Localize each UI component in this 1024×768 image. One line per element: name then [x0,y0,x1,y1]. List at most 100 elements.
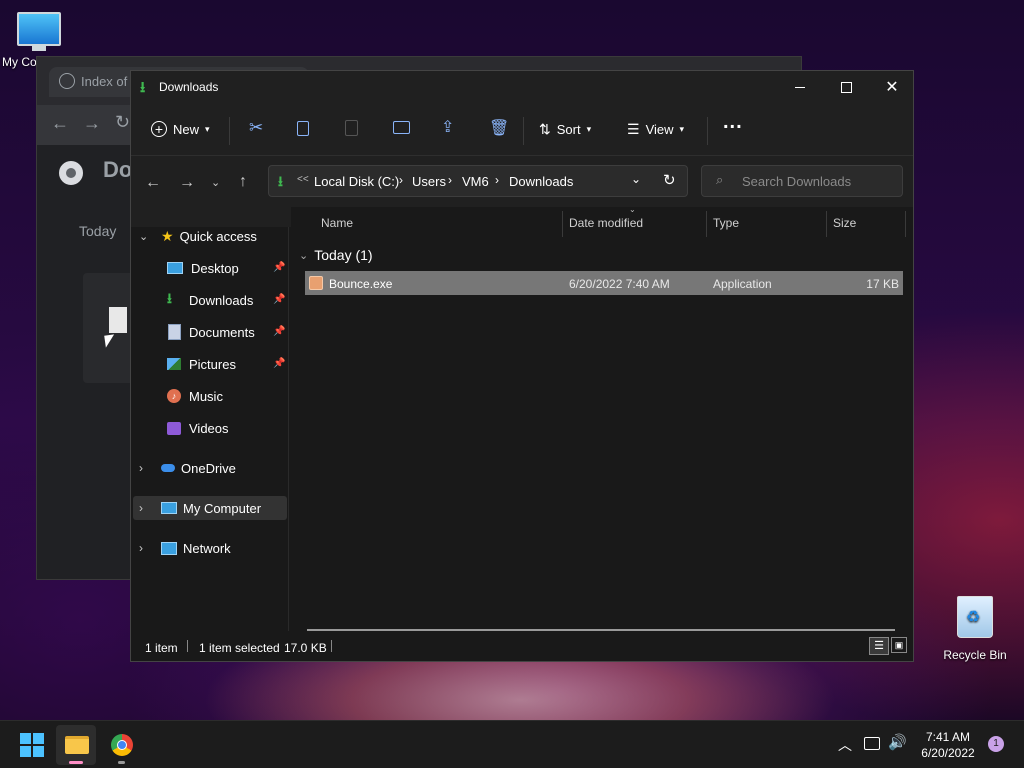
volume-icon[interactable]: 🔊 [888,733,907,751]
close-button[interactable]: ✕ [869,71,915,103]
nav-item-documents[interactable]: Documents [167,320,287,344]
nav-item-videos[interactable]: Videos [167,416,287,440]
share-icon[interactable]: ⇪ [441,117,454,137]
clock[interactable]: 7:41 AM 6/20/2022 [912,729,984,761]
explorer-titlebar[interactable]: ⭳ Downloads ✕ [131,71,913,103]
column-separator[interactable] [706,211,707,237]
column-header-size[interactable]: Size [833,207,903,239]
start-button[interactable] [20,733,44,757]
mouse-cursor-icon [104,334,116,348]
file-size: 17 KB [866,277,899,291]
nav-onedrive-label: OneDrive [181,460,236,476]
toolbar-divider-line [131,155,913,156]
notification-badge[interactable]: 1 [988,736,1004,752]
file-explorer-window[interactable]: ⭳ Downloads ✕ + New ▾ ✂ ⇪ 🗑 ⇅ Sort ▾ ☰ V… [130,70,914,662]
nav-item-pictures[interactable]: Pictures [167,352,287,376]
nav-item-downloads[interactable]: ⭳ Downloads [167,288,287,312]
rename-icon[interactable] [393,121,410,134]
group-header-label: Today (1) [314,247,373,263]
pin-icon: 📌 [273,294,286,305]
column-separator[interactable] [562,211,563,237]
sort-button[interactable]: ⇅ Sort ▾ [539,119,591,139]
cut-icon[interactable]: ✂ [249,118,263,138]
navigation-pane: ⌄ ★ Quick access Desktop 📌 ⭳ Downloads 📌… [131,227,289,631]
chrome-logo-icon [59,161,83,185]
toolbar-separator [523,117,524,145]
breadcrumb-local-disk[interactable]: Local Disk (C:) [314,174,399,189]
breadcrumb-downloads[interactable]: Downloads [509,174,573,189]
desktop-icon-label: Recycle Bin [943,648,1007,662]
plus-circle-icon: + [151,121,167,137]
browser-section-label: Today [79,223,117,239]
column-header-label: Size [833,216,857,230]
nav-my-computer[interactable]: › My Computer [133,496,287,520]
download-arrow-icon: ⭳ [278,173,283,189]
table-row[interactable]: Bounce.exe 6/20/2022 7:40 AM Application… [305,271,903,295]
column-separator[interactable] [826,211,827,237]
nav-item-desktop[interactable]: Desktop [167,256,287,280]
chevron-right-icon: › [448,173,452,187]
status-bar: 1 item 1 item selected 17.0 KB ☰ ▣ [131,631,913,661]
view-list-icon: ☰ [627,120,640,137]
up-icon[interactable]: ↑ [239,173,247,191]
breadcrumb-vm6[interactable]: VM6 [462,174,489,189]
search-box[interactable]: ⌕ Search Downloads [701,165,903,197]
new-button[interactable]: + New ▾ [151,119,210,139]
details-view-button[interactable]: ☰ [869,637,889,655]
folder-icon [65,736,89,754]
nav-quick-access[interactable]: ⌄ ★ Quick access [139,224,287,248]
minimize-button[interactable] [777,71,823,103]
delete-icon[interactable]: 🗑 [489,118,509,138]
chrome-icon [111,734,133,756]
maximize-button[interactable] [823,71,869,103]
pictures-icon [167,358,181,370]
column-header-date[interactable]: Date modified [569,207,705,239]
forward-icon[interactable]: → [179,174,195,192]
clock-time: 7:41 AM [925,730,971,744]
network-status-icon[interactable] [864,737,880,750]
column-header-type[interactable]: Type [713,207,825,239]
nav-onedrive[interactable]: › OneDrive [139,456,287,480]
chevron-down-icon: ⌄ [299,249,309,262]
toolbar-separator [229,117,230,145]
group-header-today[interactable]: ⌄ Today (1) [299,245,373,265]
desktop-icon [167,262,183,274]
breadcrumb-users[interactable]: Users [412,174,446,189]
nav-network[interactable]: › Network [139,536,287,560]
column-separator[interactable] [905,211,906,237]
close-icon: ✕ [885,79,899,96]
pane-splitter[interactable] [288,227,289,631]
downloads-icon: ⭳ [167,290,172,306]
recent-locations-chevron-icon[interactable]: ⌄ [211,176,220,189]
chevron-down-icon[interactable]: ⌄ [631,172,641,186]
column-header-name[interactable]: Name [321,207,561,239]
maximize-icon [840,81,852,93]
taskbar-file-explorer-button[interactable] [56,725,96,765]
nav-item-music[interactable]: ♪ Music [167,384,287,408]
address-bar[interactable]: ⭳ << Local Disk (C:) › Users › VM6 › Dow… [268,165,688,197]
refresh-icon[interactable]: ↻ [663,171,676,189]
address-overflow[interactable]: << [297,174,309,185]
view-button[interactable]: ☰ View ▾ [627,119,684,139]
back-icon[interactable]: ← [145,174,161,192]
reload-icon[interactable]: ↻ [115,112,130,133]
browser-tab-title: Index of / [81,74,135,89]
download-arrow-icon: ⭳ [140,79,146,96]
more-options-button[interactable]: ... [723,111,743,134]
show-hidden-icons-chevron-icon[interactable]: ︿ [838,735,852,755]
toolbar-separator [707,117,708,145]
copy-icon[interactable] [297,121,309,136]
status-size: 17.0 KB [284,641,327,655]
chevron-down-icon: ▾ [679,123,685,134]
network-icon [161,541,177,555]
desktop-icon-recycle-bin[interactable]: ♻ Recycle Bin [940,596,1010,662]
window-title: Downloads [159,80,219,94]
forward-icon[interactable]: → [83,113,101,134]
taskbar-chrome-button[interactable] [102,725,142,765]
paste-icon[interactable] [345,120,358,136]
large-icons-view-button[interactable]: ▣ [891,637,907,653]
file-name: Bounce.exe [329,277,393,291]
globe-icon [59,73,75,89]
back-icon[interactable]: ← [51,113,69,134]
minimize-icon [795,86,805,88]
